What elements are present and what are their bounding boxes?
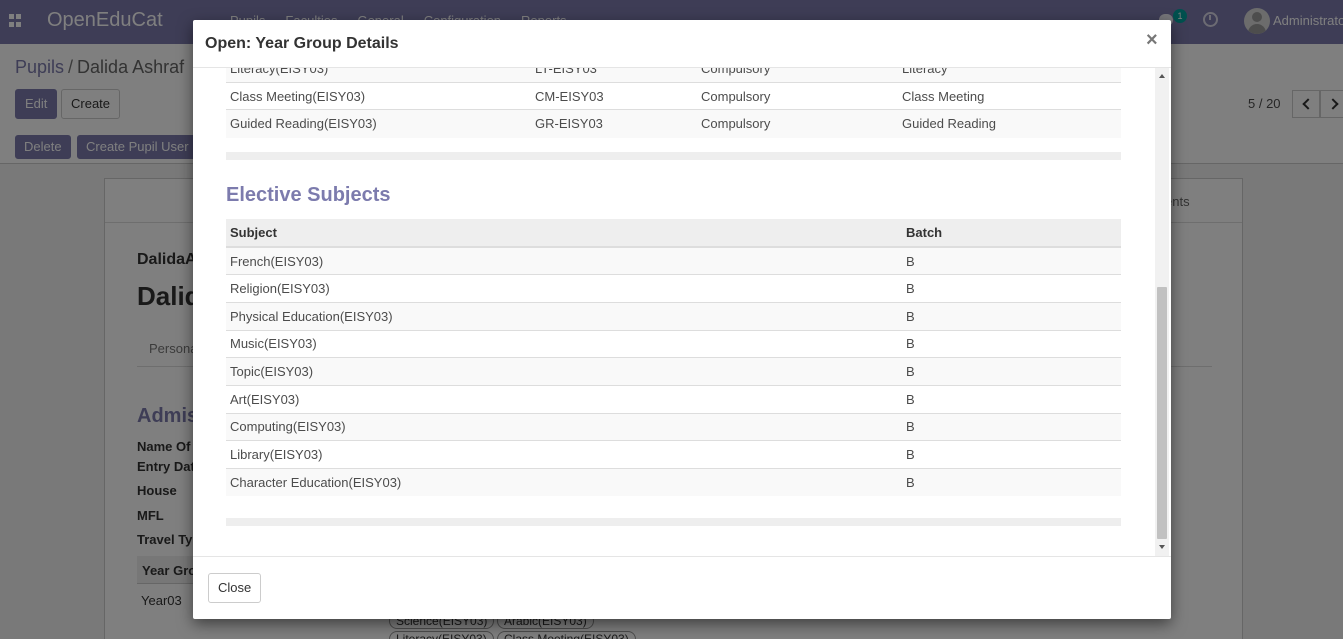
subject-cell: French(EISY03) [226, 246, 902, 275]
subject-cell: Religion(EISY03) [226, 274, 902, 303]
code-cell: GR-EISY03 [531, 109, 697, 138]
table-row[interactable]: Religion(EISY03) B [226, 274, 1121, 303]
compulsory-subjects-table: Literacy(EISY03) LT-EISY03 Compulsory Li… [226, 68, 1121, 138]
table-row[interactable]: Topic(EISY03) B [226, 357, 1121, 386]
elective-table-footer [226, 518, 1121, 526]
dialog-body: Literacy(EISY03) LT-EISY03 Compulsory Li… [193, 68, 1171, 556]
table-header-row: Subject Batch [226, 219, 1121, 248]
dialog-scrollbar[interactable] [1155, 68, 1169, 556]
batch-cell: B [902, 440, 1121, 469]
batch-cell: B [902, 246, 1121, 275]
subject-cell: Computing(EISY03) [226, 412, 902, 441]
subject-cell: Class Meeting(EISY03) [226, 81, 531, 110]
subject-cell: Character Education(EISY03) [226, 468, 902, 497]
table-row[interactable]: Guided Reading(EISY03) GR-EISY03 Compuls… [226, 109, 1121, 138]
code-cell: CM-EISY03 [531, 81, 697, 110]
compulsory-table-footer [226, 152, 1121, 160]
batch-column-header[interactable]: Batch [902, 219, 1121, 248]
table-row[interactable]: Music(EISY03) B [226, 329, 1121, 358]
table-row[interactable]: Character Education(EISY03) B [226, 468, 1121, 497]
table-row[interactable]: Class Meeting(EISY03) CM-EISY03 Compulso… [226, 81, 1121, 110]
batch-cell: B [902, 329, 1121, 358]
dialog-title: Open: Year Group Details [205, 35, 399, 52]
close-icon[interactable]: × [1146, 30, 1158, 50]
type-cell: Compulsory [697, 68, 898, 83]
code-cell: LT-EISY03 [531, 68, 697, 83]
subject-cell: Topic(EISY03) [226, 357, 902, 386]
scroll-up-arrow-icon[interactable] [1159, 74, 1165, 78]
year-group-details-dialog: Open: Year Group Details × Literacy(EISY… [193, 20, 1171, 619]
subject-cell: Physical Education(EISY03) [226, 301, 902, 331]
subject-cell: Literacy(EISY03) [226, 68, 531, 83]
batch-cell: B [902, 274, 1121, 303]
batch-cell: B [902, 301, 1121, 331]
subject-cell: Art(EISY03) [226, 384, 902, 414]
close-button[interactable]: Close [208, 573, 262, 603]
table-row[interactable]: Computing(EISY03) B [226, 412, 1121, 441]
batch-cell: B [902, 384, 1121, 414]
elective-subjects-table: Subject Batch French(EISY03) B Religion(E… [226, 219, 1121, 497]
batch-cell: B [902, 357, 1121, 386]
subject-cell: Library(EISY03) [226, 440, 902, 469]
table-row[interactable]: Art(EISY03) B [226, 384, 1121, 414]
dialog-footer: Close [193, 556, 1171, 619]
batch-cell: B [902, 468, 1121, 497]
table-row[interactable]: Library(EISY03) B [226, 440, 1121, 469]
subject-cell: Music(EISY03) [226, 329, 902, 358]
name-cell: Literacy [898, 68, 1121, 83]
dialog-header: Open: Year Group Details × [193, 20, 1171, 68]
table-row[interactable]: French(EISY03) B [226, 246, 1121, 275]
subject-column-header[interactable]: Subject [226, 219, 902, 248]
scrollbar-thumb[interactable] [1157, 287, 1167, 539]
table-row[interactable]: Literacy(EISY03) LT-EISY03 Compulsory Li… [226, 68, 1121, 83]
scroll-down-arrow-icon[interactable] [1159, 545, 1165, 549]
type-cell: Compulsory [697, 81, 898, 110]
subject-cell: Guided Reading(EISY03) [226, 109, 531, 138]
type-cell: Compulsory [697, 109, 898, 138]
name-cell: Guided Reading [898, 109, 1121, 138]
batch-cell: B [902, 412, 1121, 441]
table-row[interactable]: Physical Education(EISY03) B [226, 301, 1121, 331]
name-cell: Class Meeting [898, 81, 1121, 110]
elective-subjects-title: Elective Subjects [226, 184, 391, 206]
